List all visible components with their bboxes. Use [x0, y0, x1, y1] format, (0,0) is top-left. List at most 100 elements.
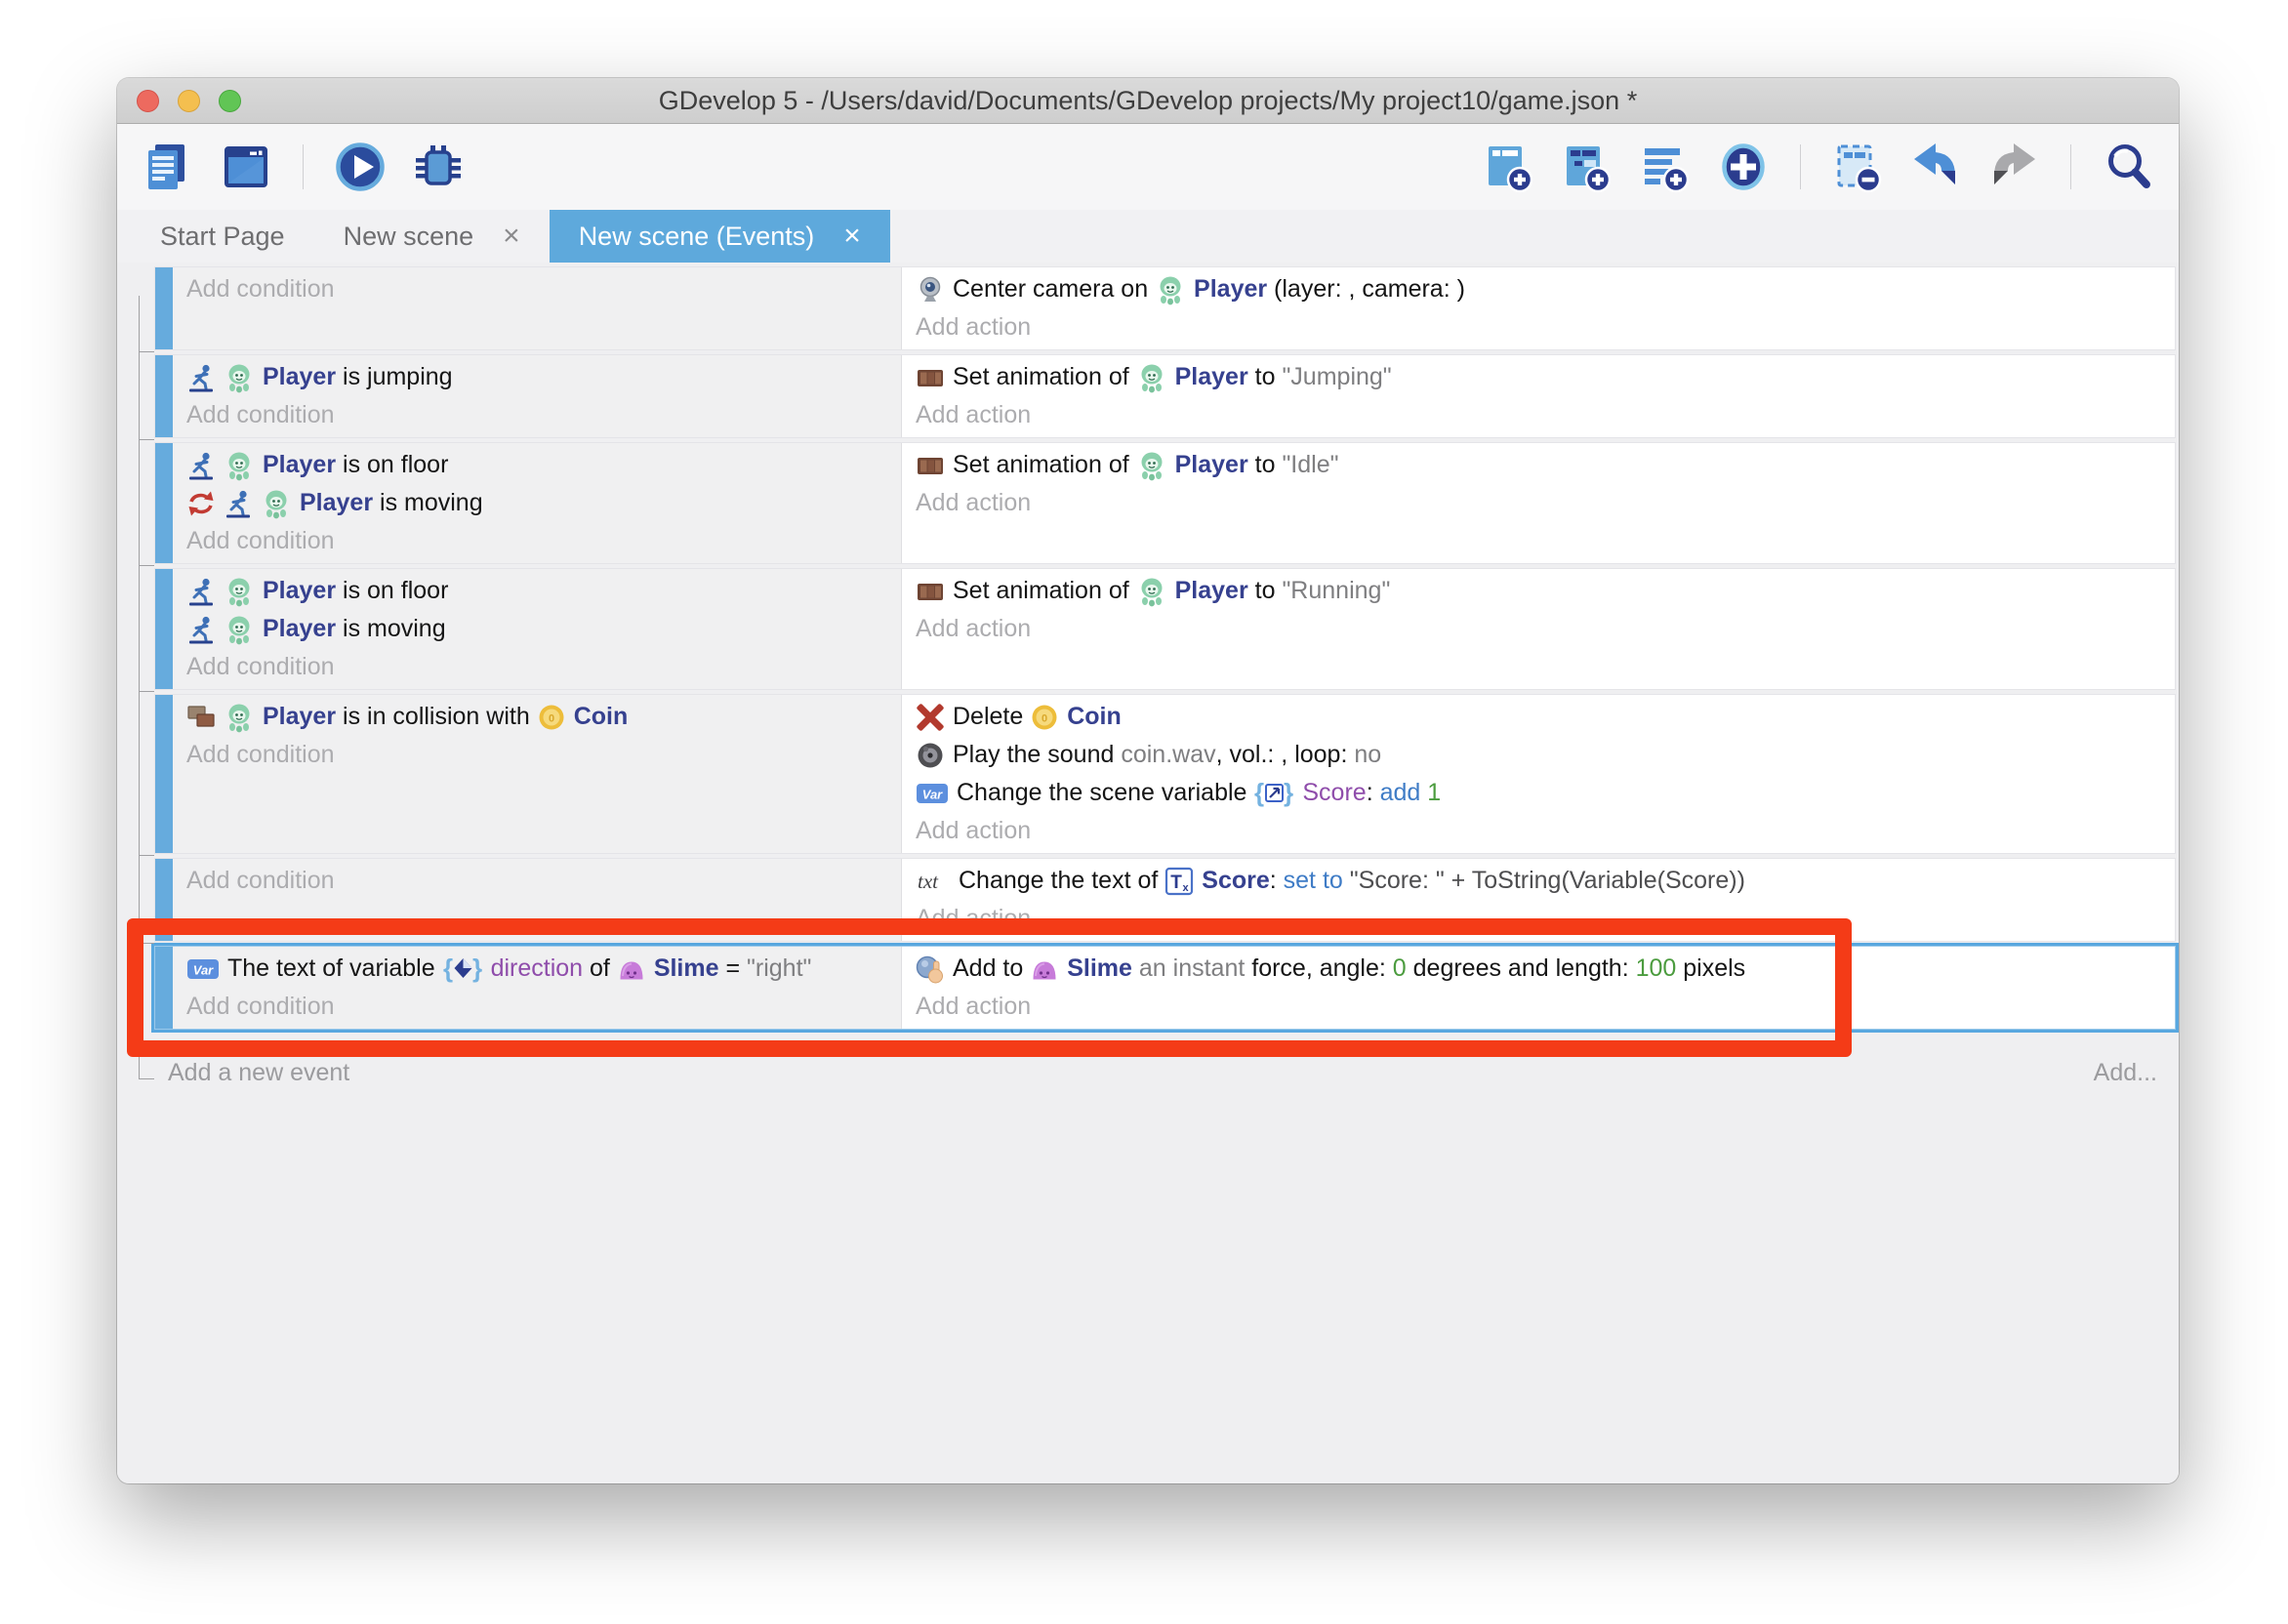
- ghost-label: Add condition: [186, 867, 335, 895]
- actions-cell[interactable]: Add to Slime an instant force, angle: 0 …: [902, 947, 2175, 1029]
- event-row[interactable]: Player is in collision with 0CoinAdd con…: [154, 694, 2176, 854]
- actions-cell[interactable]: Set animation of Player to "Running"Add …: [902, 569, 2175, 689]
- add-new-event-button[interactable]: Add a new event: [168, 1059, 349, 1086]
- add-condition-button[interactable]: Add condition: [173, 988, 901, 1026]
- svg-text:}: }: [472, 954, 482, 983]
- tab-new-scene[interactable]: New scene×: [314, 210, 550, 263]
- event-color-bar[interactable]: [155, 695, 173, 853]
- project-manager-button[interactable]: [141, 140, 195, 194]
- condition-line[interactable]: Player is in collision with 0Coin: [173, 698, 901, 736]
- minimize-window-button[interactable]: [178, 90, 200, 112]
- condition-line[interactable]: Player is on floor: [173, 572, 901, 610]
- conditions-cell[interactable]: Add condition: [173, 859, 902, 941]
- sound-icon: [916, 741, 945, 770]
- search-button[interactable]: [2101, 140, 2155, 194]
- add-action-button[interactable]: Add action: [902, 812, 2175, 850]
- add-action-button[interactable]: Add action: [902, 396, 2175, 434]
- conditions-cell[interactable]: Player is in collision with 0CoinAdd con…: [173, 695, 902, 853]
- action-line[interactable]: Delete 0Coin: [902, 698, 2175, 736]
- conditions-cell[interactable]: Add condition: [173, 267, 902, 349]
- scene-variable-icon: Var: [916, 781, 949, 806]
- add-condition-button[interactable]: Add condition: [173, 396, 901, 434]
- tree-tick: [139, 943, 154, 944]
- event-color-bar[interactable]: [155, 267, 173, 349]
- zoom-window-button[interactable]: [219, 90, 241, 112]
- add-condition-button[interactable]: Add condition: [173, 736, 901, 774]
- conditions-cell[interactable]: Player is on floorPlayer is movingAdd co…: [173, 569, 902, 689]
- add-action-button[interactable]: Add action: [902, 308, 2175, 346]
- event-row[interactable]: Add condition txtChange the text of TxSco…: [154, 858, 2176, 942]
- event-row[interactable]: Add conditionCenter camera on Player (la…: [154, 266, 2176, 350]
- tab-start-page[interactable]: Start Page: [131, 210, 314, 263]
- condition-line[interactable]: VarThe text of variable {}direction of S…: [173, 950, 901, 988]
- add-comment-button[interactable]: [1638, 140, 1693, 194]
- action-line[interactable]: Center camera on Player (layer: , camera…: [902, 270, 2175, 308]
- scene-editor-button[interactable]: [219, 140, 273, 194]
- action-line[interactable]: Set animation of Player to "Jumping": [902, 358, 2175, 396]
- tab-close-icon[interactable]: ×: [843, 222, 861, 251]
- add-condition-button[interactable]: Add condition: [173, 522, 901, 560]
- add-event-button[interactable]: [1482, 140, 1536, 194]
- condition-line[interactable]: Player is moving: [173, 484, 901, 522]
- condition-line[interactable]: Player is jumping: [173, 358, 901, 396]
- svg-text:Var: Var: [922, 787, 943, 801]
- add-condition-button[interactable]: Add condition: [173, 648, 901, 686]
- instruction-text: Delete: [953, 703, 1030, 731]
- add-action-button[interactable]: Add action: [902, 610, 2175, 648]
- instruction-text: :: [1270, 867, 1284, 895]
- action-line[interactable]: Add to Slime an instant force, angle: 0 …: [902, 950, 2175, 988]
- event-color-bar[interactable]: [155, 569, 173, 689]
- action-line[interactable]: VarChange the scene variable {}Score: ad…: [902, 774, 2175, 812]
- scene-window-icon: [220, 141, 272, 193]
- add-subevent-icon: [1561, 141, 1614, 193]
- add-action-button[interactable]: Add action: [902, 484, 2175, 522]
- add-more-button[interactable]: Add...: [2094, 1059, 2157, 1087]
- titlebar[interactable]: GDevelop 5 - /Users/david/Documents/GDev…: [117, 78, 2179, 124]
- close-window-button[interactable]: [137, 90, 159, 112]
- conditions-cell[interactable]: Player is jumpingAdd condition: [173, 355, 902, 437]
- event-color-bar[interactable]: [155, 355, 173, 437]
- event-color-bar[interactable]: [155, 443, 173, 563]
- delete-event-button[interactable]: [1830, 140, 1885, 194]
- add-condition-button[interactable]: Add condition: [173, 862, 901, 900]
- svg-text:txt: txt: [918, 870, 939, 893]
- conditions-cell[interactable]: VarThe text of variable {}direction of S…: [173, 947, 902, 1029]
- actions-cell[interactable]: Delete 0CoinPlay the sound coin.wav, vol…: [902, 695, 2175, 853]
- actions-cell[interactable]: Set animation of Player to "Idle"Add act…: [902, 443, 2175, 563]
- action-line[interactable]: txtChange the text of TxScore: set to "S…: [902, 862, 2175, 900]
- instruction-text: 100: [1636, 954, 1677, 983]
- tab-close-icon[interactable]: ×: [503, 222, 520, 251]
- add-condition-button[interactable]: Add condition: [173, 270, 901, 308]
- add-subevent-button[interactable]: [1560, 140, 1614, 194]
- debug-button[interactable]: [411, 140, 466, 194]
- action-line[interactable]: Set animation of Player to "Running": [902, 572, 2175, 610]
- instruction-text: Slime: [1067, 954, 1132, 983]
- event-row[interactable]: Player is jumpingAdd conditionSet animat…: [154, 354, 2176, 438]
- event-row[interactable]: Player is on floorPlayer is movingAdd co…: [154, 568, 2176, 690]
- undo-button[interactable]: [1908, 140, 1963, 194]
- platformer-icon: [186, 577, 216, 606]
- add-other-event-button[interactable]: [1716, 140, 1771, 194]
- play-icon: [334, 141, 387, 193]
- actions-cell[interactable]: txtChange the text of TxScore: set to "S…: [902, 859, 2175, 941]
- instruction-text: Change the scene variable: [957, 779, 1253, 807]
- event-row[interactable]: Player is on floorPlayer is movingAdd co…: [154, 442, 2176, 564]
- tree-elbow: [139, 1078, 154, 1079]
- add-action-button[interactable]: Add action: [902, 900, 2175, 938]
- event-color-bar[interactable]: [155, 859, 173, 941]
- tab-new-scene-events[interactable]: New scene (Events)×: [550, 210, 890, 263]
- add-action-button[interactable]: Add action: [902, 988, 2175, 1026]
- event-row[interactable]: VarThe text of variable {}direction of S…: [154, 946, 2176, 1030]
- animation-icon: [916, 363, 945, 392]
- svg-text:{: {: [443, 954, 453, 983]
- conditions-cell[interactable]: Player is on floorPlayer is movingAdd co…: [173, 443, 902, 563]
- action-line[interactable]: Set animation of Player to "Idle": [902, 446, 2175, 484]
- event-color-bar[interactable]: [155, 947, 173, 1029]
- actions-cell[interactable]: Set animation of Player to "Jumping"Add …: [902, 355, 2175, 437]
- condition-line[interactable]: Player is moving: [173, 610, 901, 648]
- redo-button[interactable]: [1986, 140, 2041, 194]
- actions-cell[interactable]: Center camera on Player (layer: , camera…: [902, 267, 2175, 349]
- condition-line[interactable]: Player is on floor: [173, 446, 901, 484]
- action-line[interactable]: Play the sound coin.wav, vol.: , loop: n…: [902, 736, 2175, 774]
- preview-play-button[interactable]: [333, 140, 388, 194]
